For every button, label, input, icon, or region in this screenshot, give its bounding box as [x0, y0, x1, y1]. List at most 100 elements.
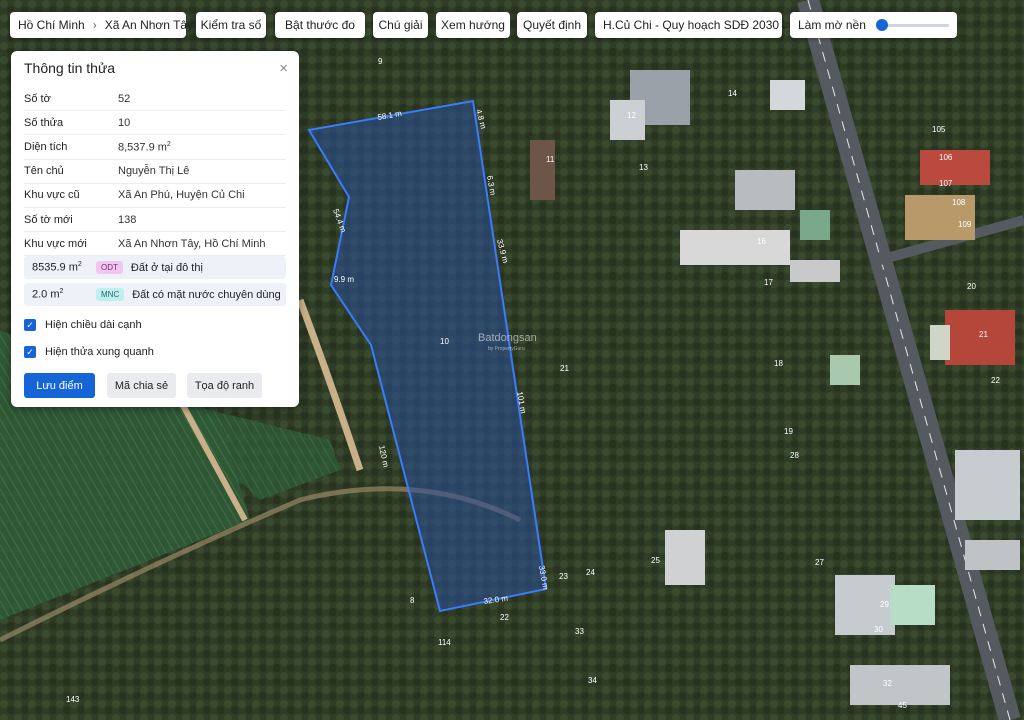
parcel-number[interactable]: 8 [410, 596, 415, 605]
parcel-number[interactable]: 30 [874, 625, 883, 634]
parcel-number[interactable]: 21 [560, 364, 569, 373]
boundary-coords-button[interactable]: Tọa độ ranh [187, 373, 262, 398]
parcel-number[interactable]: 18 [774, 359, 783, 368]
info-value: 10 [118, 116, 131, 129]
breadcrumb-ward[interactable]: Xã An Nhơn Tây [105, 18, 193, 32]
blur-label: Làm mờ nền [798, 18, 866, 32]
edge-length-label: 9.9 m [334, 275, 354, 284]
amount-value: 2.0 m [32, 288, 60, 301]
decision-button[interactable]: Quyết định [517, 12, 587, 38]
parcel-number[interactable]: 14 [728, 89, 737, 98]
parcel-number[interactable]: 11 [546, 155, 555, 164]
close-icon[interactable]: × [279, 60, 288, 77]
parcel-number[interactable]: 24 [586, 568, 595, 577]
parcel-number[interactable]: 143 [66, 695, 80, 704]
parcel-number[interactable]: 45 [898, 701, 907, 710]
parcel-number[interactable]: 114 [438, 638, 451, 647]
area-value: 8,537.9 m [118, 141, 167, 154]
parcel-number[interactable]: 27 [815, 558, 824, 567]
measure-button[interactable]: Bật thước đo [275, 12, 365, 38]
parcel-number[interactable]: 21 [979, 330, 988, 339]
info-key: Khu vực cũ [24, 189, 80, 202]
edge-length-checkbox[interactable]: ✓ Hiện chiều dài cạnh [24, 319, 142, 331]
parcel-number[interactable]: 22 [991, 376, 1000, 385]
checkmark-icon[interactable]: ✓ [24, 319, 36, 331]
chevron-down-icon: ⌄ [779, 18, 790, 32]
parcel-number[interactable]: 107 [939, 179, 953, 188]
top-toolbar: Hồ Chí Minh › Xã An Nhơn Tây Kiểm tra số… [10, 12, 1014, 38]
share-code-button[interactable]: Mã chia sẻ [107, 373, 176, 398]
parcel-number[interactable]: 34 [588, 676, 597, 685]
info-row: Khu vực cũ Xã An Phú, Huyện Củ Chi [24, 184, 286, 208]
info-value-area: 8,537.9 m2 [118, 141, 171, 154]
breadcrumb[interactable]: Hồ Chí Minh › Xã An Nhơn Tây [10, 12, 193, 38]
info-key: Khu vực mới [24, 237, 87, 250]
parcel-number[interactable]: 13 [639, 163, 648, 172]
blur-slider[interactable] [875, 18, 949, 31]
parcel-number[interactable]: 19 [784, 427, 793, 436]
land-use-amount: 8535.9 m2 [32, 261, 96, 274]
parcel-number[interactable]: 9 [378, 57, 383, 66]
info-row: Diện tích 8,537.9 m2 [24, 135, 286, 160]
parcel-info-panel: Thông tin thửa × Số tờ 52 Số thửa 10 Diện … [11, 51, 299, 407]
info-value: Xã An Nhơn Tây, Hồ Chí Minh [118, 237, 266, 250]
parcel-number[interactable]: 32 [883, 679, 892, 688]
plan-select[interactable]: H.Củ Chi - Quy hoạch SDĐ 2030 ⌄ [595, 12, 789, 38]
parcel-number[interactable]: 12 [627, 111, 636, 120]
save-point-button[interactable]: Lưu điểm [24, 373, 95, 398]
plan-select-value: H.Củ Chi - Quy hoạch SDĐ 2030 [603, 18, 780, 32]
amount-unit-sup: 2 [59, 288, 64, 296]
info-key: Số tờ mới [24, 213, 73, 226]
info-row: Số tờ 52 [24, 87, 286, 112]
parcel-info-rows: Số tờ 52 Số thửa 10 Diện tích 8,537.9 m2 Tê… [24, 87, 286, 257]
direction-button[interactable]: Xem hướng [436, 12, 510, 38]
info-row: Số thửa 10 [24, 111, 286, 136]
blur-control: Làm mờ nền [790, 12, 957, 38]
panel-title: Thông tin thửa [24, 60, 116, 76]
watermark: Batdongsan [478, 332, 537, 344]
parcel-number[interactable]: 106 [939, 153, 953, 162]
parcel-number[interactable]: 29 [880, 600, 889, 609]
land-use-desc: Đất ở tại đô thị [130, 261, 203, 274]
info-key: Số thửa [24, 116, 64, 129]
check-number-button[interactable]: Kiểm tra số [196, 12, 266, 38]
land-use-amount: 2.0 m2 [32, 288, 96, 301]
checkmark-icon[interactable]: ✓ [24, 346, 36, 358]
parcel-number[interactable]: 109 [958, 220, 972, 229]
parcel-number[interactable]: 28 [790, 451, 799, 460]
parcel-number[interactable]: 23 [559, 572, 568, 581]
neighbors-checkbox[interactable]: ✓ Hiện thửa xung quanh [24, 346, 154, 358]
info-row: Số tờ mới 138 [24, 208, 286, 233]
parcel-number[interactable]: 108 [952, 198, 966, 207]
watermark-sub: by PropertyGuru [488, 346, 525, 352]
info-row: Tên chủ Nguyễn Thị Lê [24, 160, 286, 184]
land-use-desc: Đất có mặt nước chuyên dùng [132, 288, 281, 301]
info-value: 52 [118, 92, 131, 105]
parcel-number-label: 10 [440, 337, 449, 346]
area-unit-sup: 2 [166, 140, 171, 148]
parcel-number[interactable]: 16 [757, 237, 766, 246]
legend-button[interactable]: Chú giải [373, 12, 428, 38]
info-value: Nguyễn Thị Lê [118, 165, 190, 178]
parcel-number[interactable]: 17 [764, 278, 773, 287]
blur-slider-knob[interactable] [875, 18, 888, 31]
parcel-number[interactable]: 105 [932, 125, 946, 134]
info-value: Xã An Phú, Huyện Củ Chi [118, 189, 245, 202]
land-use-list: 8535.9 m2 ODT Đất ở tại đô thị 2.0 m2 MN… [24, 256, 286, 310]
amount-unit-sup: 2 [77, 261, 82, 269]
neighbors-label: Hiện thửa xung quanh [45, 346, 154, 358]
info-value: 138 [118, 213, 137, 226]
parcel-number[interactable]: 20 [967, 282, 976, 291]
land-use-code-badge: ODT [96, 261, 123, 274]
parcel-number[interactable]: 33 [575, 627, 584, 636]
edge-length-label: Hiện chiều dài cạnh [45, 319, 142, 331]
info-key: Diện tích [24, 140, 68, 153]
land-use-row: 2.0 m2 MNC Đất có mặt nước chuyên dùng [24, 283, 286, 306]
breadcrumb-city[interactable]: Hồ Chí Minh [18, 18, 85, 32]
info-key: Số tờ [24, 92, 51, 105]
amount-value: 8535.9 m [32, 261, 78, 274]
info-row: Khu vực mới Xã An Nhơn Tây, Hồ Chí Minh [24, 232, 286, 257]
parcel-number[interactable]: 22 [500, 613, 509, 622]
parcel-number[interactable]: 25 [651, 556, 660, 565]
land-use-row: 8535.9 m2 ODT Đất ở tại đô thị [24, 256, 286, 279]
